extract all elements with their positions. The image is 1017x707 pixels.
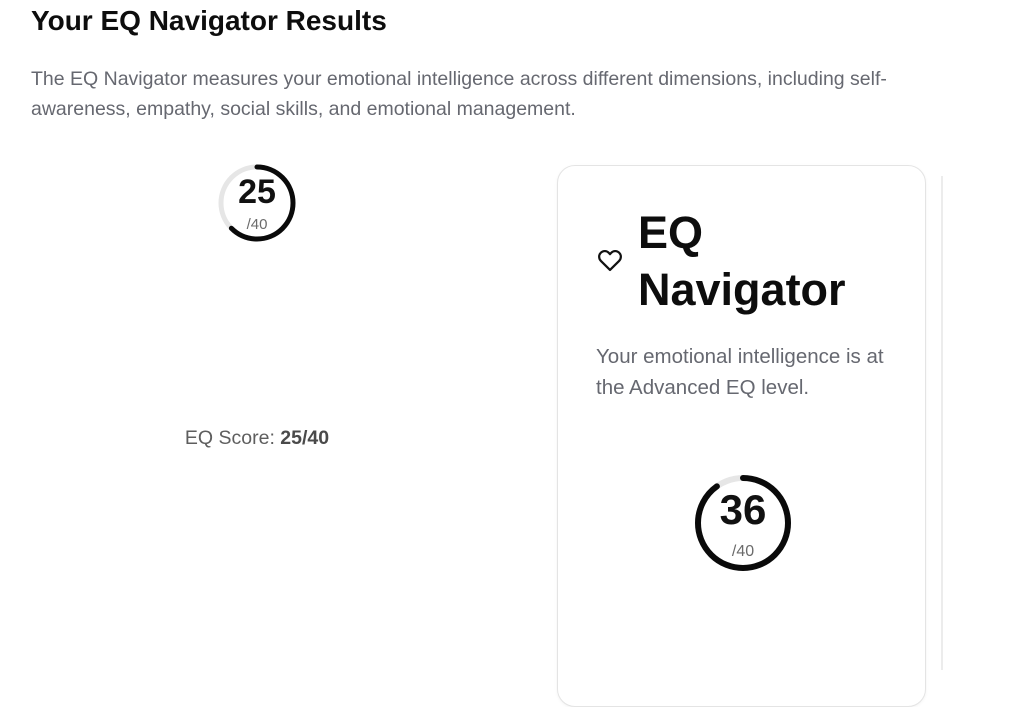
card-title: EQ Navigator bbox=[638, 204, 846, 318]
page-title: Your EQ Navigator Results bbox=[31, 5, 387, 36]
card-score-value: 36 bbox=[719, 486, 767, 533]
card-title-line-1: EQ bbox=[638, 207, 704, 258]
intro-description: The EQ Navigator measures your emotional… bbox=[31, 68, 887, 120]
heart-icon bbox=[598, 249, 622, 272]
card-title-line-2: Navigator bbox=[638, 264, 846, 315]
card-description: Your emotional intelligence is at the Ad… bbox=[596, 345, 884, 399]
score-max: /40 bbox=[246, 216, 268, 233]
eq-score-ring: 25 /40 bbox=[217, 163, 297, 243]
eq-score-label: EQ Score: bbox=[184, 427, 275, 449]
next-card-edge bbox=[941, 176, 943, 670]
card-score-ring: 36 /40 bbox=[693, 473, 793, 573]
eq-navigator-card: EQ Navigator Your emotional intelligence … bbox=[557, 165, 926, 707]
score-value: 25 bbox=[238, 173, 276, 211]
eq-score-value: 25/40 bbox=[280, 427, 330, 449]
eq-score-text: EQ Score: 25/40 bbox=[132, 427, 382, 450]
card-score-max: /40 bbox=[731, 543, 755, 560]
